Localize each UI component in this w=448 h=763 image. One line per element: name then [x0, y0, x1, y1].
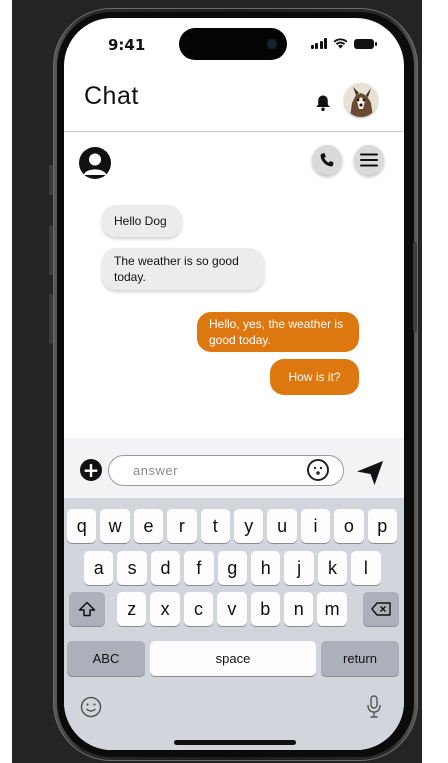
backspace-key[interactable]	[363, 592, 399, 626]
key-j[interactable]: j	[284, 551, 314, 585]
key-l[interactable]: l	[351, 551, 381, 585]
dog-avatar-image	[344, 83, 378, 117]
key-m[interactable]: m	[317, 592, 347, 626]
phone-screen: 9:41 Chat Hello Dog The weather is so go…	[64, 18, 404, 750]
action-button	[49, 165, 53, 195]
message-bubble-incoming: The weather is so good today.	[102, 248, 264, 290]
key-r[interactable]: r	[167, 509, 197, 543]
space-key[interactable]: space	[150, 641, 316, 676]
header-divider	[64, 131, 404, 132]
menu-icon	[360, 153, 378, 167]
key-x[interactable]: x	[150, 592, 180, 626]
emoji-keyboard-icon[interactable]	[80, 696, 102, 718]
backspace-icon	[371, 602, 391, 616]
bell-icon[interactable]	[314, 94, 332, 112]
key-s[interactable]: s	[117, 551, 147, 585]
key-p[interactable]: p	[367, 509, 397, 543]
contact-avatar[interactable]	[79, 147, 111, 179]
key-e[interactable]: e	[133, 509, 164, 543]
key-z[interactable]: z	[117, 592, 147, 626]
key-y[interactable]: y	[234, 509, 264, 543]
signal-icon	[310, 38, 327, 49]
microphone-icon[interactable]	[366, 695, 382, 719]
status-icons	[310, 38, 377, 49]
power-button	[413, 242, 417, 332]
key-c[interactable]: c	[183, 592, 214, 626]
shift-icon	[78, 601, 96, 617]
key-g[interactable]: g	[217, 551, 247, 585]
message-bubble-outgoing: Hello, yes, the weather is good today.	[197, 312, 359, 352]
key-t[interactable]: t	[200, 509, 230, 543]
phone-icon	[320, 153, 334, 167]
emoji-icon[interactable]	[307, 459, 329, 481]
key-v[interactable]: v	[217, 592, 247, 626]
key-k[interactable]: k	[317, 551, 348, 585]
answer-input[interactable]: answer	[108, 455, 344, 486]
dynamic-island	[179, 28, 287, 60]
key-b[interactable]: b	[250, 592, 280, 626]
answer-placeholder: answer	[133, 463, 178, 478]
abc-key[interactable]: ABC	[67, 641, 145, 676]
profile-avatar[interactable]	[344, 83, 378, 117]
key-w[interactable]: w	[100, 509, 130, 543]
plus-icon[interactable]: +	[80, 459, 102, 481]
key-o[interactable]: o	[334, 509, 364, 543]
key-f[interactable]: f	[184, 551, 214, 585]
key-d[interactable]: d	[150, 551, 181, 585]
volume-down-button	[49, 294, 53, 344]
key-a[interactable]: a	[84, 551, 114, 585]
call-button[interactable]	[312, 145, 342, 175]
send-icon[interactable]	[356, 460, 384, 486]
key-h[interactable]: h	[251, 551, 281, 585]
key-n[interactable]: n	[284, 592, 314, 626]
keyboard: qwertyuiop asdfghjkl zxcvbnm ABC space r…	[64, 498, 404, 750]
message-bubble-outgoing: How is it?	[270, 359, 359, 395]
home-indicator	[174, 740, 296, 745]
key-q[interactable]: q	[67, 509, 97, 543]
key-u[interactable]: u	[267, 509, 297, 543]
wifi-icon	[333, 38, 348, 49]
message-bubble-incoming: Hello Dog	[102, 205, 182, 237]
page-title: Chat	[84, 82, 139, 110]
volume-up-button	[49, 225, 53, 275]
menu-button[interactable]	[354, 145, 384, 175]
return-key[interactable]: return	[321, 641, 399, 676]
shift-key[interactable]	[69, 592, 105, 626]
battery-icon	[354, 38, 377, 49]
key-i[interactable]: i	[300, 509, 331, 543]
user-icon	[83, 153, 107, 175]
status-time: 9:41	[108, 36, 146, 54]
